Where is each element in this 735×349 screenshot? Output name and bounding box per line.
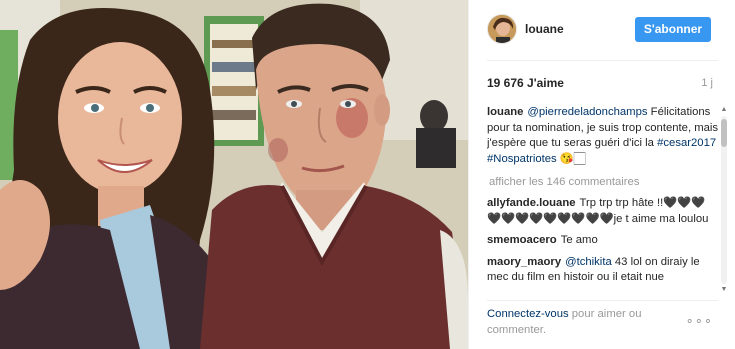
caption-mention[interactable]: @pierredeladonchamps	[527, 106, 647, 118]
post-photo[interactable]	[0, 0, 468, 349]
comment-author[interactable]: allyfande.louane	[487, 197, 576, 209]
username-link[interactable]: louane	[525, 22, 564, 36]
login-prompt: Connectez-vous pour aimer ou commenter.	[487, 307, 687, 338]
scroll-up-arrow-icon[interactable]: ▲	[719, 105, 729, 115]
comment-author[interactable]: smemoacero	[487, 234, 557, 246]
post-age[interactable]: 1 j	[701, 77, 713, 89]
post-photo-image	[0, 0, 468, 349]
likes-count[interactable]: 19 676 J'aime	[487, 76, 564, 90]
list-item: smemoacero Te amo	[487, 233, 719, 249]
scroll-track[interactable]	[721, 116, 727, 284]
footer-divider	[487, 300, 718, 301]
comments-list: louane @pierredeladonchamps Félicitations…	[487, 105, 719, 297]
list-item: maory_maory @tchikita 43 lol on diraiy le…	[487, 255, 719, 286]
avatar-image	[488, 15, 516, 43]
scroll-thumb[interactable]	[721, 119, 727, 147]
instagram-post: louane S'abonner 19 676 J'aime 1 j louan…	[0, 0, 735, 349]
login-link[interactable]: Connectez-vous	[487, 308, 569, 320]
header-divider	[487, 60, 718, 61]
avatar[interactable]	[487, 14, 517, 44]
more-options-icon[interactable]: ∘∘∘	[686, 313, 713, 329]
comment-author[interactable]: maory_maory	[487, 256, 561, 268]
post-header: louane S'abonner	[469, 0, 735, 60]
scroll-down-arrow-icon[interactable]: ▼	[719, 285, 729, 295]
show-all-comments-link[interactable]: afficher les 146 commentaires	[489, 175, 719, 190]
comment-text: Te amo	[560, 234, 598, 246]
post-side-panel: louane S'abonner 19 676 J'aime 1 j louan…	[468, 0, 735, 349]
follow-button[interactable]: S'abonner	[635, 17, 711, 42]
comment-mention[interactable]: @tchikita	[565, 256, 612, 268]
comments-scrollbar[interactable]: ▲ ▼	[719, 105, 729, 295]
hashtag-cesar2017[interactable]: #cesar2017	[657, 137, 716, 149]
list-item: allyfande.louane Trp trp trp hâte !!🖤🖤🖤🖤🖤…	[487, 196, 719, 227]
caption-author[interactable]: louane	[487, 106, 523, 118]
caption: louane @pierredeladonchamps Félicitations…	[487, 105, 719, 167]
hashtag-nospatriotes[interactable]: #Nospatriotes	[487, 153, 557, 165]
caption-emoji: 😘🏻	[559, 152, 586, 165]
